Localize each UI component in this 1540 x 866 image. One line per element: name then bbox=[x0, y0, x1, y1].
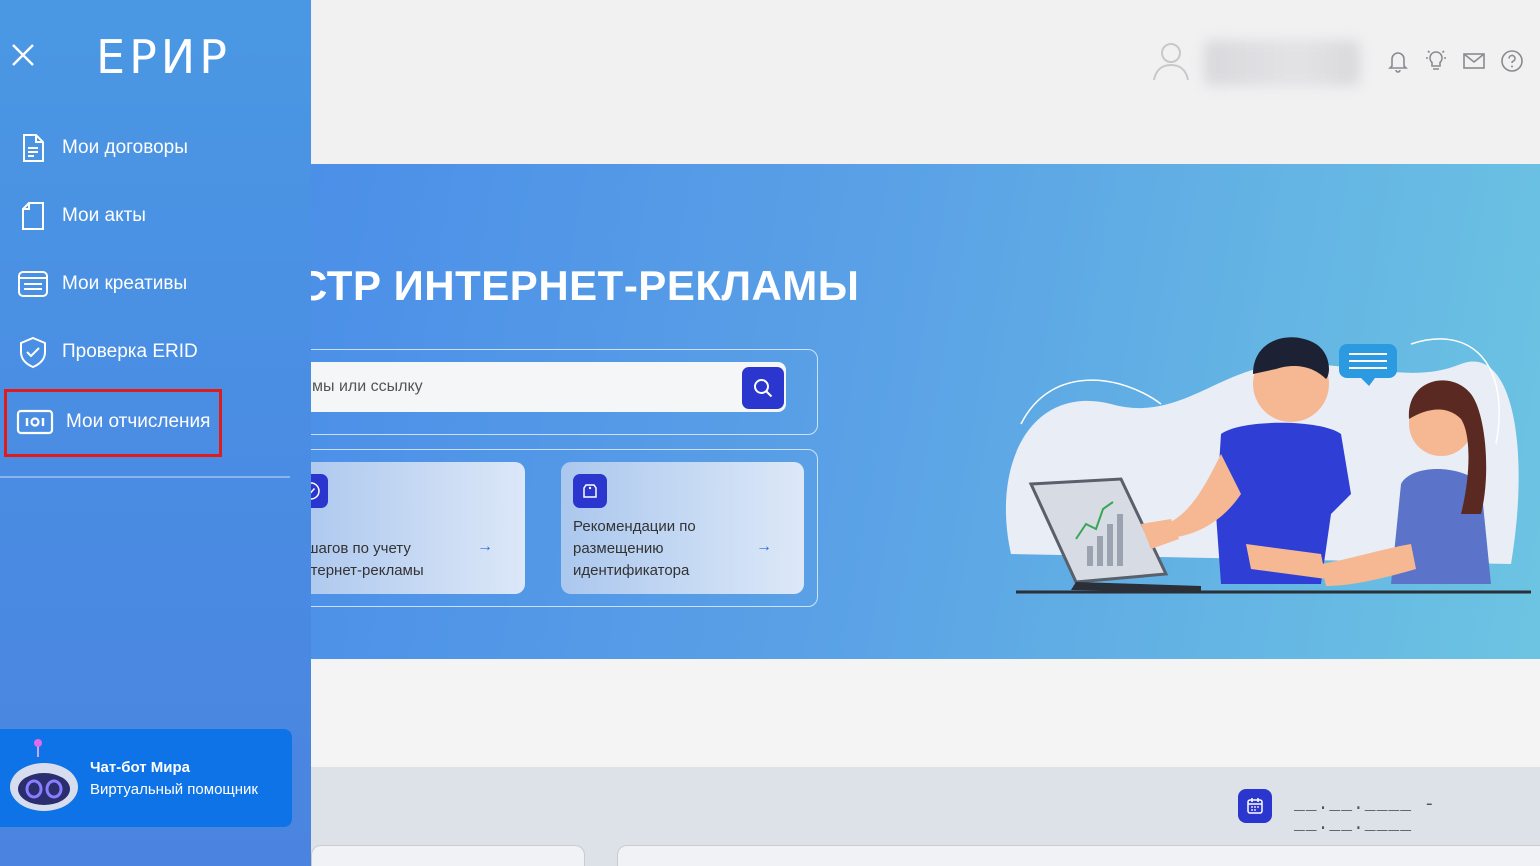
document-icon bbox=[16, 131, 50, 165]
user-name-blurred[interactable] bbox=[1204, 40, 1360, 86]
search-button[interactable] bbox=[742, 367, 784, 409]
search-container bbox=[311, 349, 818, 435]
calendar-icon bbox=[1247, 798, 1263, 814]
chatbot-name: Чат-бот Мира bbox=[90, 759, 191, 776]
sidebar-item-label: Мои отчисления bbox=[66, 411, 211, 432]
search-input[interactable] bbox=[312, 362, 732, 412]
hero-illustration bbox=[1005, 337, 1531, 594]
top-header bbox=[311, 0, 1540, 164]
content-panel-left bbox=[311, 845, 585, 866]
hero-banner: СТР ИНТЕРНЕТ-РЕКЛАМЫ 5 шагов по учету ин… bbox=[311, 164, 1540, 659]
sidebar-item-erid-check[interactable]: Проверка ERID bbox=[16, 332, 198, 372]
browser-window-icon bbox=[16, 267, 50, 301]
arrow-right-icon: → bbox=[477, 538, 493, 555]
search-icon bbox=[754, 379, 773, 398]
calendar-button[interactable] bbox=[1238, 789, 1272, 823]
hero-title: СТР ИНТЕРНЕТ-РЕКЛАМЫ bbox=[311, 262, 860, 309]
sidebar-item-acts[interactable]: Мои акты bbox=[16, 196, 146, 236]
sidebar-item-label: Мои акты bbox=[62, 205, 146, 226]
banknote-icon bbox=[16, 405, 54, 439]
sidebar-divider bbox=[0, 476, 290, 478]
arrow-right-icon: → bbox=[756, 538, 772, 555]
help-icon[interactable] bbox=[1499, 48, 1525, 74]
check-circle-icon bbox=[311, 474, 328, 508]
close-icon[interactable] bbox=[8, 40, 38, 70]
sidebar-item-label: Мои креативы bbox=[62, 273, 188, 294]
lightbulb-icon[interactable] bbox=[1423, 48, 1449, 74]
guide-card-text: Рекомендации по размещению идентификатор… bbox=[573, 518, 696, 579]
user-icon[interactable] bbox=[1148, 38, 1194, 84]
content-area bbox=[311, 659, 1540, 767]
sidebar-menu: ЕРИР Мои договоры Мои акты Мои креативы … bbox=[0, 0, 311, 866]
chatbot-subtitle: Виртуальный помощник bbox=[90, 781, 258, 798]
guide-card-steps[interactable]: 5 шагов по учету интернет-рекламы → bbox=[311, 462, 525, 594]
tag-icon bbox=[573, 474, 607, 508]
shield-check-icon bbox=[16, 335, 50, 369]
sidebar-item-label: Мои договоры bbox=[62, 137, 188, 158]
content-panel-right bbox=[617, 845, 1540, 866]
sidebar-item-contracts[interactable]: Мои договоры bbox=[16, 128, 188, 168]
sidebar-item-label: Проверка ERID bbox=[62, 341, 198, 362]
robot-icon bbox=[10, 739, 78, 811]
guide-card-text: 5 шагов по учету интернет-рекламы bbox=[311, 540, 424, 579]
date-range-field[interactable]: __.__.____ - __.__.____ bbox=[1294, 795, 1540, 835]
guides-container: 5 шагов по учету интернет-рекламы → Реко… bbox=[311, 449, 818, 607]
search-box bbox=[311, 362, 786, 412]
bell-icon[interactable] bbox=[1385, 48, 1411, 74]
page-icon bbox=[16, 199, 50, 233]
guide-card-recommendations[interactable]: Рекомендации по размещению идентификатор… bbox=[561, 462, 804, 594]
chatbot-widget[interactable]: Чат-бот Мира Виртуальный помощник bbox=[0, 729, 292, 827]
mail-icon[interactable] bbox=[1461, 48, 1487, 74]
sidebar-item-payments[interactable]: Мои отчисления bbox=[16, 402, 210, 442]
filter-bar: __.__.____ - __.__.____ bbox=[311, 767, 1540, 866]
sidebar-item-creatives[interactable]: Мои креативы bbox=[16, 264, 187, 304]
logo: ЕРИР bbox=[96, 30, 231, 84]
